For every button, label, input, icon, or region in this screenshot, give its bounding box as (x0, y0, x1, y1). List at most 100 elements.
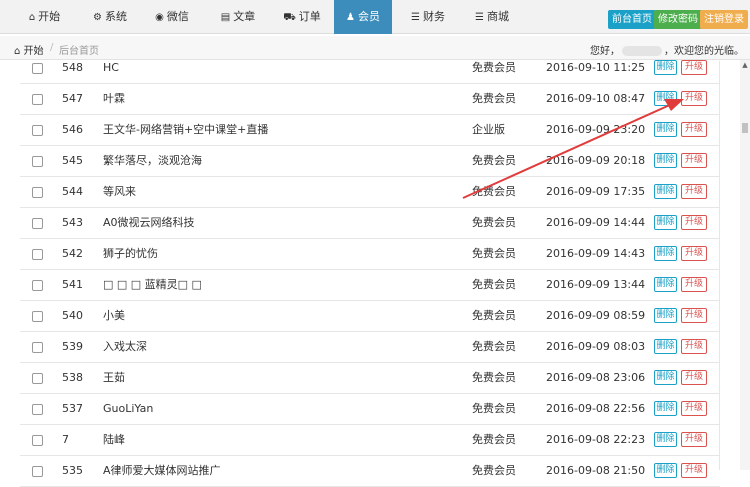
top-nav: ⌂ 开始 ⚙ 系统 ◉ 微信 ▤ 文章 ⛟ 订单 ♟ 会员 ☰ 财务 ☰ 商城 前台首页 修改密码 注销登录 (0, 0, 750, 34)
table-border (719, 61, 720, 470)
table-row: 538 王茹 免费会员 2016-09-08 23:06 删除 升级 (20, 363, 720, 394)
member-name: 王茹 (103, 371, 125, 384)
upgrade-button[interactable]: 升级 (681, 463, 707, 478)
table-row: 542 狮子的忧伤 免费会员 2016-09-09 14:43 删除 升级 (20, 239, 720, 270)
member-level: 企业版 (472, 123, 505, 136)
member-name: □ □ □ 蓝精灵□ □ (103, 278, 202, 291)
table-row: 7 陆峰 免费会员 2016-09-08 22:23 删除 升级 (20, 425, 720, 456)
delete-button[interactable]: 删除 (654, 277, 677, 292)
scroll-up-icon[interactable]: ▲ (740, 60, 750, 70)
vertical-scrollbar[interactable]: ▲ (740, 60, 750, 470)
member-level: 免费会员 (472, 154, 516, 167)
list-icon: ☰ (475, 12, 484, 23)
tab-2[interactable]: ⚙ 系统 (86, 0, 134, 34)
tab-label: 商城 (486, 10, 509, 23)
row-checkbox[interactable] (32, 125, 43, 136)
delete-button[interactable]: 删除 (654, 60, 677, 75)
member-level: 免费会员 (472, 247, 516, 260)
table-row: 535 A律师爱大媒体网站推广 免费会员 2016-09-08 21:50 删除 升级 (20, 456, 720, 487)
table-row: 544 等风来 免费会员 2016-09-09 17:35 删除 升级 (20, 177, 720, 208)
member-name: 王文华-网络营销+空中课堂+直播 (103, 123, 269, 136)
tab-label: 开始 (38, 10, 61, 23)
front-page-button[interactable]: 前台首页 (608, 10, 656, 29)
table-row: 543 A0微视云网络科技 免费会员 2016-09-09 14:44 删除 升级 (20, 208, 720, 239)
member-level: 免费会员 (472, 309, 516, 322)
tab-6[interactable]: ♟ 会员 (334, 0, 392, 34)
upgrade-button[interactable]: 升级 (681, 184, 707, 199)
tab-label: 会员 (357, 10, 380, 23)
member-date: 2016-09-09 14:43 (546, 247, 646, 260)
member-name: 叶霖 (103, 92, 125, 105)
change-password-button[interactable]: 修改密码 (654, 10, 702, 29)
row-checkbox[interactable] (32, 404, 43, 415)
member-name: A律师爱大媒体网站推广 (103, 464, 221, 477)
member-level: 免费会员 (472, 278, 516, 291)
table-row: 548 HC 免费会员 2016-09-10 11:25 删除 升级 (20, 53, 720, 84)
member-level: 免费会员 (472, 402, 516, 415)
upgrade-button[interactable]: 升级 (681, 339, 707, 354)
row-checkbox[interactable] (32, 94, 43, 105)
delete-button[interactable]: 删除 (654, 184, 677, 199)
upgrade-button[interactable]: 升级 (681, 401, 707, 416)
gear-icon: ⚙ (93, 12, 102, 23)
row-checkbox[interactable] (32, 63, 43, 74)
upgrade-button[interactable]: 升级 (681, 370, 707, 385)
tab-5[interactable]: ⛟ 订单 (278, 0, 326, 34)
delete-button[interactable]: 删除 (654, 370, 677, 385)
cart-icon: ⛟ (283, 12, 296, 23)
member-name: 小美 (103, 309, 125, 322)
tab-3[interactable]: ◉ 微信 (148, 0, 196, 34)
row-checkbox[interactable] (32, 156, 43, 167)
member-level: 免费会员 (472, 185, 516, 198)
table-row: 545 繁华落尽，淡观沧海 免费会员 2016-09-09 20:18 删除 升级 (20, 146, 720, 177)
upgrade-button[interactable]: 升级 (681, 122, 707, 137)
row-checkbox[interactable] (32, 311, 43, 322)
tab-4[interactable]: ▤ 文章 (214, 0, 262, 34)
table-row: 547 叶霖 免费会员 2016-09-10 08:47 删除 升级 (20, 84, 720, 115)
scroll-thumb[interactable] (742, 123, 748, 133)
delete-button[interactable]: 删除 (654, 339, 677, 354)
member-level: 免费会员 (472, 216, 516, 229)
delete-button[interactable]: 删除 (654, 463, 677, 478)
member-date: 2016-09-10 11:25 (546, 61, 646, 74)
row-checkbox[interactable] (32, 249, 43, 260)
delete-button[interactable]: 删除 (654, 401, 677, 416)
upgrade-button[interactable]: 升级 (681, 308, 707, 323)
row-checkbox[interactable] (32, 373, 43, 384)
member-level: 免费会员 (472, 371, 516, 384)
row-checkbox[interactable] (32, 187, 43, 198)
list-icon: ☰ (411, 12, 420, 23)
delete-button[interactable]: 删除 (654, 122, 677, 137)
delete-button[interactable]: 删除 (654, 432, 677, 447)
delete-button[interactable]: 删除 (654, 246, 677, 261)
upgrade-button[interactable]: 升级 (681, 215, 707, 230)
tab-1[interactable]: ⌂ 开始 (22, 0, 67, 34)
row-checkbox[interactable] (32, 218, 43, 229)
table-row: 539 入戏太深 免费会员 2016-09-09 08:03 删除 升级 (20, 332, 720, 363)
tab-label: 微信 (166, 10, 189, 23)
upgrade-button[interactable]: 升级 (681, 432, 707, 447)
tab-label: 系统 (104, 10, 127, 23)
logout-button[interactable]: 注销登录 (700, 10, 748, 29)
breadcrumb-separator: / (50, 42, 54, 53)
row-checkbox[interactable] (32, 280, 43, 291)
delete-button[interactable]: 删除 (654, 308, 677, 323)
upgrade-button[interactable]: 升级 (681, 277, 707, 292)
row-checkbox[interactable] (32, 435, 43, 446)
member-level: 免费会员 (472, 61, 516, 74)
member-date: 2016-09-09 08:59 (546, 309, 646, 322)
row-checkbox[interactable] (32, 466, 43, 477)
tab-7[interactable]: ☰ 财务 (404, 0, 452, 34)
row-checkbox[interactable] (32, 342, 43, 353)
tab-8[interactable]: ☰ 商城 (468, 0, 516, 34)
upgrade-button[interactable]: 升级 (681, 246, 707, 261)
delete-button[interactable]: 删除 (654, 153, 677, 168)
upgrade-button[interactable]: 升级 (681, 153, 707, 168)
member-date: 2016-09-09 13:44 (546, 278, 646, 291)
upgrade-button[interactable]: 升级 (681, 60, 707, 75)
delete-button[interactable]: 删除 (654, 91, 677, 106)
member-name: 狮子的忧伤 (103, 247, 158, 260)
upgrade-button[interactable]: 升级 (681, 91, 707, 106)
delete-button[interactable]: 删除 (654, 215, 677, 230)
member-name: 入戏太深 (103, 340, 147, 353)
